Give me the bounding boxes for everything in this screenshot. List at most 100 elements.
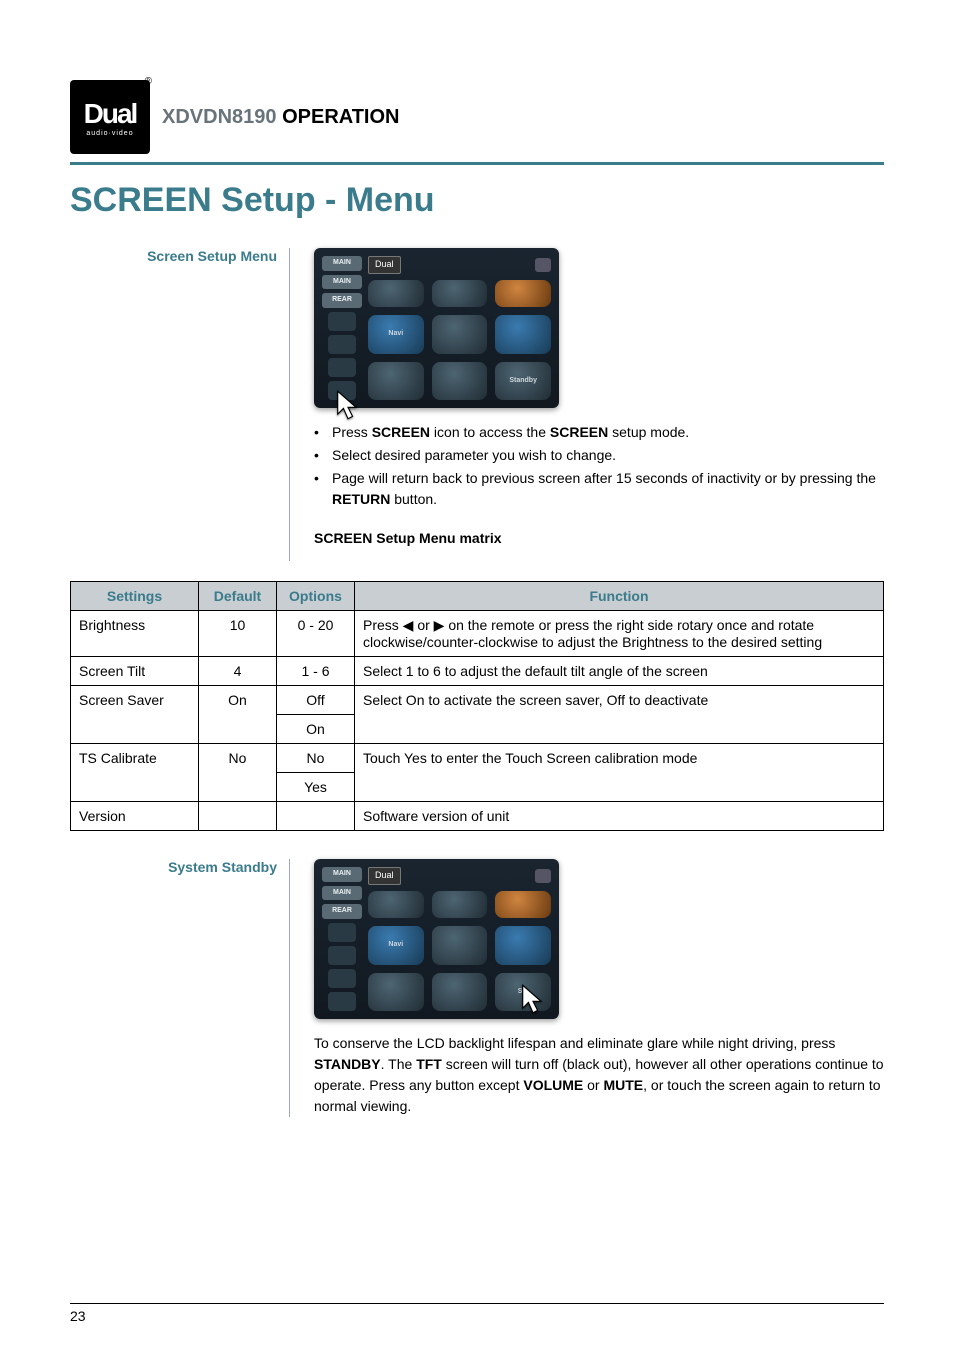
logo-text: Dual (84, 98, 137, 130)
ss-btn-radio (368, 280, 424, 308)
ss-main-area: Dual Navi Standby (368, 256, 551, 400)
instruction-item: Press SCREEN icon to access the SCREEN s… (314, 422, 884, 443)
cell-function: Select On to activate the screen saver, … (355, 686, 884, 744)
section-content-screen-setup: MAIN MAIN REAR Dual (290, 248, 884, 561)
bold-text: VOLUME (523, 1077, 583, 1093)
ss-side-icon-audio (328, 923, 356, 942)
cell-function: Select 1 to 6 to adjust the default tilt… (355, 657, 884, 686)
cell-default: On (199, 686, 277, 744)
text: Press (332, 424, 372, 440)
bold-text: TFT (416, 1056, 442, 1072)
ss-btn-radio (368, 891, 424, 919)
bold-text: SCREEN (550, 424, 608, 440)
caption-bold: SCREEN (314, 530, 372, 546)
ss-btn-aux (432, 362, 488, 400)
ss-tab-main: MAIN (322, 275, 362, 290)
ss-side-icon-audio (328, 312, 356, 331)
col-header-function: Function (355, 582, 884, 611)
cell-function: Press ◀ or ▶ on the remote or press the … (355, 611, 884, 657)
product-line: XDVDN8190 OPERATION (162, 106, 400, 129)
screenshot-main-menu: MAIN MAIN REAR Dual (314, 248, 559, 408)
bold-text: SCREEN (372, 424, 430, 440)
instruction-list: Press SCREEN icon to access the SCREEN s… (314, 422, 884, 510)
ss-btn-ipod (495, 891, 551, 919)
bluetooth-status-icon (535, 258, 551, 272)
page-header: ® Dual audio·video XDVDN8190 OPERATION (70, 80, 884, 154)
ss-main-area: Dual Navi Sta (368, 867, 551, 1011)
table-row: Brightness 10 0 - 20 Press ◀ or ▶ on the… (71, 611, 884, 657)
ss-btn-navi: Navi (368, 926, 424, 964)
cell-function: Software version of unit (355, 802, 884, 831)
bold-text: STANDBY (314, 1056, 381, 1072)
ss-tab-rear: REAR (322, 293, 362, 308)
ss-title-bar: Dual (368, 867, 551, 885)
instruction-item: Page will return back to previous screen… (314, 468, 884, 510)
ss-btn-bluetooth (495, 315, 551, 353)
caption-rest: Setup Menu matrix (372, 530, 501, 546)
ss-btn-xm (432, 280, 488, 308)
matrix-caption: SCREEN Setup Menu matrix (314, 528, 884, 549)
cell-option: 0 - 20 (277, 611, 355, 657)
cell-option: On (277, 715, 355, 744)
cell-option (277, 802, 355, 831)
ss-side-icon-screen (328, 992, 356, 1011)
ss-side-icon-screen (328, 381, 356, 400)
screenshot-standby: MAIN MAIN REAR Dual Navi (314, 859, 559, 1019)
ss-brand-badge: Dual (368, 867, 401, 885)
ss-btn-disc (432, 315, 488, 353)
cell-default: No (199, 744, 277, 802)
ss-btn-disc (432, 926, 488, 964)
ss-btn-xm (432, 891, 488, 919)
cell-default: 4 (199, 657, 277, 686)
text: Select desired parameter you wish to cha… (332, 447, 616, 463)
cell-setting: Screen Saver (71, 686, 199, 744)
section-screen-setup: Screen Setup Menu MAIN MAIN REAR Dual (70, 248, 884, 561)
cell-default: 10 (199, 611, 277, 657)
text: or (583, 1077, 603, 1093)
cell-option: Off (277, 686, 355, 715)
text: icon to access the (430, 424, 550, 440)
ss-icon-grid: Navi Standby (368, 280, 551, 401)
logo-subtext: audio·video (86, 130, 133, 137)
registered-mark: ® (145, 76, 152, 87)
ss-tab-main-top: MAIN (322, 867, 362, 882)
ss-btn-sd (368, 362, 424, 400)
ss-tab-rear: REAR (322, 904, 362, 919)
ss-brand-badge: Dual (368, 256, 401, 274)
cursor-icon (334, 389, 362, 421)
ss-title-bar: Dual (368, 256, 551, 274)
product-model: XDVDN8190 (162, 106, 277, 128)
product-operation: OPERATION (282, 106, 399, 128)
text: Page will return back to previous screen… (332, 470, 876, 486)
table-row: Version Software version of unit (71, 802, 884, 831)
cell-setting: Version (71, 802, 199, 831)
ss-btn-navi: Navi (368, 315, 424, 353)
cell-option: Yes (277, 773, 355, 802)
ss-side-icon-settings (328, 335, 356, 354)
page-number: 23 (70, 1303, 884, 1324)
bold-text: RETURN (332, 491, 390, 507)
ss-side-icon-clock (328, 358, 356, 377)
screen-setup-matrix-table: Settings Default Options Function Bright… (70, 581, 884, 831)
cell-function: Touch Yes to enter the Touch Screen cali… (355, 744, 884, 802)
col-header-default: Default (199, 582, 277, 611)
ss-btn-sd (368, 973, 424, 1011)
ss-tab-main-top: MAIN (322, 256, 362, 271)
page-title: SCREEN Setup - Menu (70, 181, 884, 220)
cell-option: 1 - 6 (277, 657, 355, 686)
section-content-standby: MAIN MAIN REAR Dual Navi (290, 859, 884, 1117)
ss-btn-aux (432, 973, 488, 1011)
table-row: Screen Saver On Off Select On to activat… (71, 686, 884, 715)
instruction-item: Select desired parameter you wish to cha… (314, 445, 884, 466)
text: setup mode. (608, 424, 689, 440)
brand-logo: ® Dual audio·video (70, 80, 150, 154)
text: . The (381, 1056, 417, 1072)
ss-icon-grid: Navi Sta (368, 891, 551, 1012)
col-header-settings: Settings (71, 582, 199, 611)
cell-setting: TS Calibrate (71, 744, 199, 802)
table-row: Screen Tilt 4 1 - 6 Select 1 to 6 to adj… (71, 657, 884, 686)
cursor-icon (519, 983, 547, 1015)
ss-side-icon-settings (328, 946, 356, 965)
standby-description: To conserve the LCD backlight lifespan a… (314, 1033, 884, 1117)
ss-btn-bluetooth (495, 926, 551, 964)
